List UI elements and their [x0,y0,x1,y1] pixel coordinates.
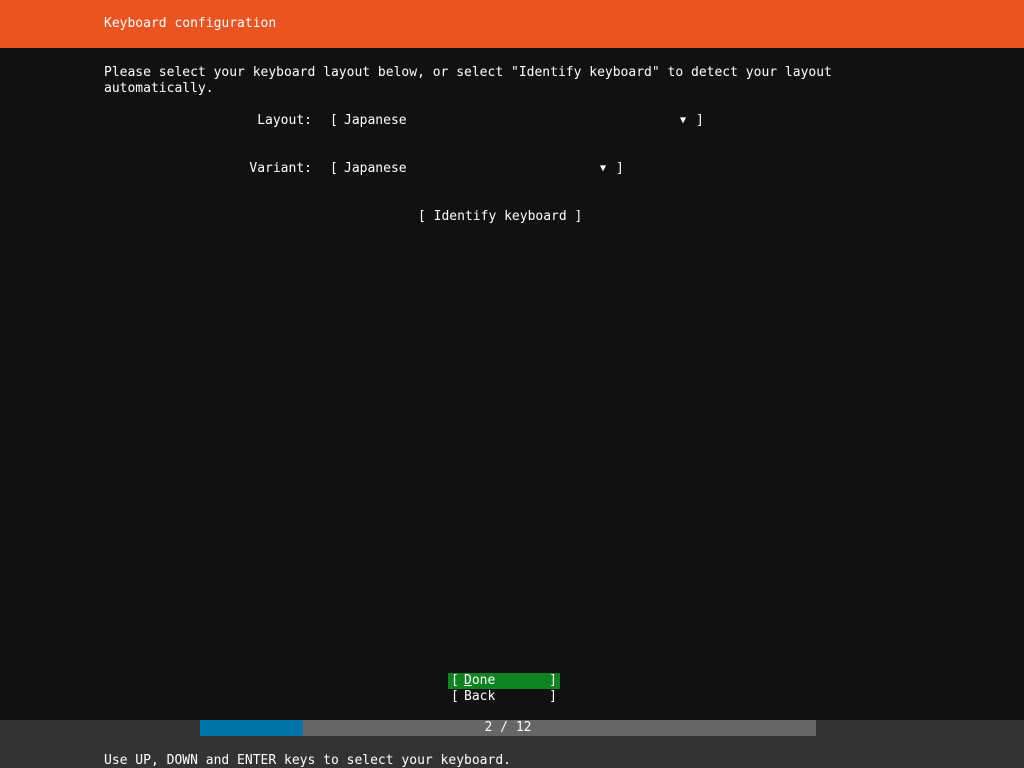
back-open-bracket: [ [451,689,459,704]
done-close-bracket: ] [549,673,557,688]
layout-select[interactable]: [ Japanese ▼ ] [330,113,704,129]
identify-keyboard-button[interactable]: [ Identify keyboard ] [418,209,582,225]
layout-close-bracket: ] [696,113,704,128]
layout-value: Japanese [344,113,407,128]
back-label: Back [464,689,496,704]
done-open-bracket: [ [451,673,459,688]
variant-close-bracket: ] [616,161,624,176]
back-close-bracket: ] [549,689,557,704]
done-hotkey: D [464,673,472,688]
variant-select[interactable]: [ Japanese ▼ ] [330,161,624,177]
done-button[interactable]: [ Done ] [448,673,560,689]
done-label: Done [464,673,495,689]
title-bar: Keyboard configuration [0,0,1024,48]
status-bar: 2 / 12 Use UP, DOWN and ENTER keys to se… [0,720,1024,768]
progress-bar: 2 / 12 [200,720,816,736]
layout-label: Layout: [257,113,312,128]
chevron-down-icon: ▼ [600,163,607,174]
page-title: Keyboard configuration [104,16,277,31]
instructions-text: Please select your keyboard layout below… [104,65,840,96]
back-button[interactable]: [ Back ] [448,689,560,705]
progress-text: 2 / 12 [484,720,532,735]
variant-open-bracket: [ [330,161,338,176]
layout-open-bracket: [ [330,113,338,128]
variant-value: Japanese [344,161,407,176]
help-text: Use UP, DOWN and ENTER keys to select yo… [104,753,511,768]
variant-label: Variant: [249,161,312,176]
done-label-rest: one [471,673,496,688]
chevron-down-icon: ▼ [680,115,687,126]
